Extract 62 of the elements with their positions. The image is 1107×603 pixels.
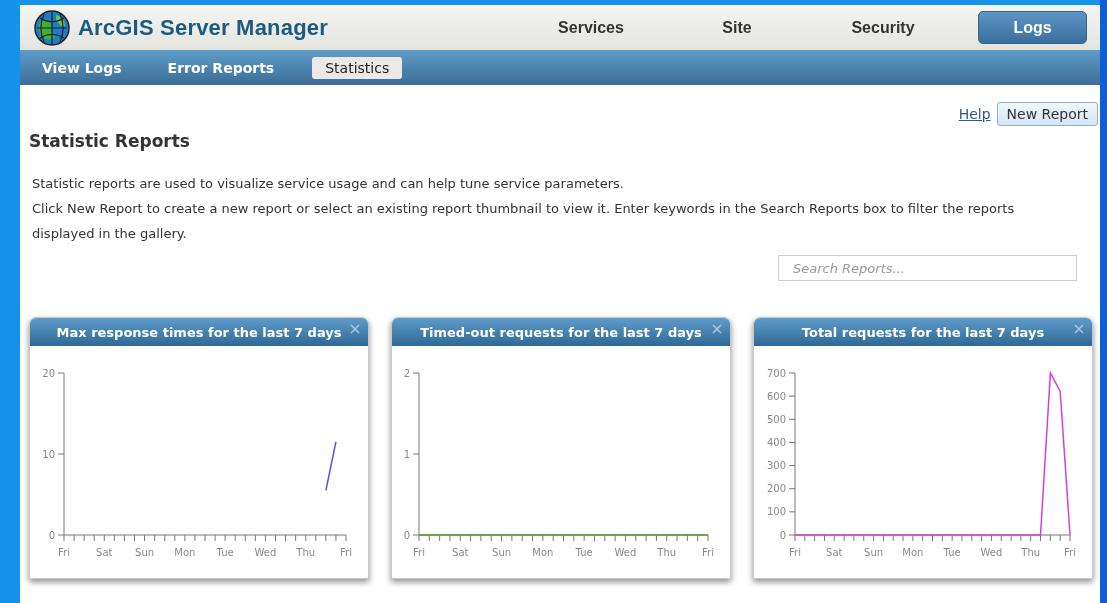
nav-tab[interactable]: Services: [518, 18, 664, 37]
axis-label: Thu: [296, 547, 316, 558]
axis-label: 200: [766, 483, 786, 495]
sub-tab[interactable]: Statistics: [312, 56, 403, 79]
report-card[interactable]: Total requests for the last 7 days 0 100 200 300 400 500 600 700 Fri Sat Sun Mon Tue Wed Thu Fri: [753, 317, 1093, 579]
axis-label: Thu: [1021, 547, 1041, 558]
axis-label: Fri: [702, 547, 714, 558]
axis-label: 20: [42, 367, 55, 379]
axis-label: 0: [48, 529, 55, 541]
axis-label: Tue: [943, 547, 961, 558]
app-title: ArcGIS Server Manager: [78, 14, 329, 41]
axis-label: Fri: [789, 547, 801, 558]
axis-label: Sun: [864, 547, 884, 558]
axis-label: 10: [42, 448, 55, 460]
axis-label: Wed: [614, 547, 637, 558]
axis-label: Sun: [492, 547, 512, 558]
axis-label: 2: [403, 367, 410, 379]
axis-label: 400: [766, 436, 786, 448]
close-icon[interactable]: [350, 324, 360, 334]
report-title: Max response times for the last 7 days: [56, 324, 342, 340]
nav-tab[interactable]: Security: [810, 18, 956, 37]
sub-tab[interactable]: View Logs: [34, 56, 130, 79]
nav-tab[interactable]: Site: [664, 18, 810, 37]
axis-label: 100: [766, 506, 786, 518]
axis-label: Mon: [902, 547, 924, 558]
axis-label: Sat: [452, 547, 469, 558]
axis-label: Wed: [980, 547, 1003, 558]
axis-label: Thu: [657, 547, 677, 558]
axis-label: Sat: [826, 547, 843, 558]
axis-label: Mon: [174, 547, 196, 558]
axis-label: 700: [766, 367, 786, 379]
report-title: Timed-out requests for the last 7 days: [420, 324, 702, 340]
axis-label: Sat: [96, 547, 113, 558]
report-card[interactable]: Timed-out requests for the last 7 days 0 1 2 Fri Sat Sun Mon Tue Wed Thu Fri: [391, 317, 731, 579]
axis-label: Tue: [216, 547, 234, 558]
nav-tab[interactable]: Logs: [978, 11, 1087, 44]
close-icon[interactable]: [712, 324, 722, 334]
axis-label: Sun: [135, 547, 155, 558]
help-link[interactable]: Help: [958, 106, 991, 122]
axis-label: Fri: [58, 547, 70, 558]
search-field[interactable]: Search Reports...: [778, 255, 1077, 281]
description-text: Click New Report to create a new report or select an existing report thumbnail to view it. Enter keywords in the Search Reports box to filter the reports displayed in the gallery.: [32, 200, 1016, 243]
axis-label: 500: [766, 413, 786, 425]
axis-label: Wed: [254, 547, 277, 558]
new-report-button[interactable]: New Report: [996, 102, 1098, 126]
axis-label: Mon: [532, 547, 554, 558]
page-title: Statistic Reports: [29, 131, 191, 151]
axis-label: 600: [766, 390, 786, 402]
axis-label: Fri: [1064, 547, 1076, 558]
axis-label: Tue: [575, 547, 593, 558]
report-card[interactable]: Max response times for the last 7 days 0 10 20 Fri Sat Sun Mon Tue Wed Thu Fri: [29, 317, 369, 579]
axis-label: Fri: [413, 547, 425, 558]
axis-label: 1: [403, 448, 410, 460]
axis-label: 0: [779, 529, 786, 541]
close-icon[interactable]: [1074, 324, 1084, 334]
description-text: Statistic reports are used to visualize service usage and can help tune service parameters.: [32, 175, 625, 193]
report-title: Total requests for the last 7 days: [801, 324, 1045, 340]
sub-tab[interactable]: Error Reports: [159, 56, 283, 79]
axis-label: Fri: [340, 547, 352, 558]
axis-label: 300: [766, 460, 786, 472]
globe-icon: [34, 9, 70, 46]
axis-label: 0: [403, 529, 410, 541]
